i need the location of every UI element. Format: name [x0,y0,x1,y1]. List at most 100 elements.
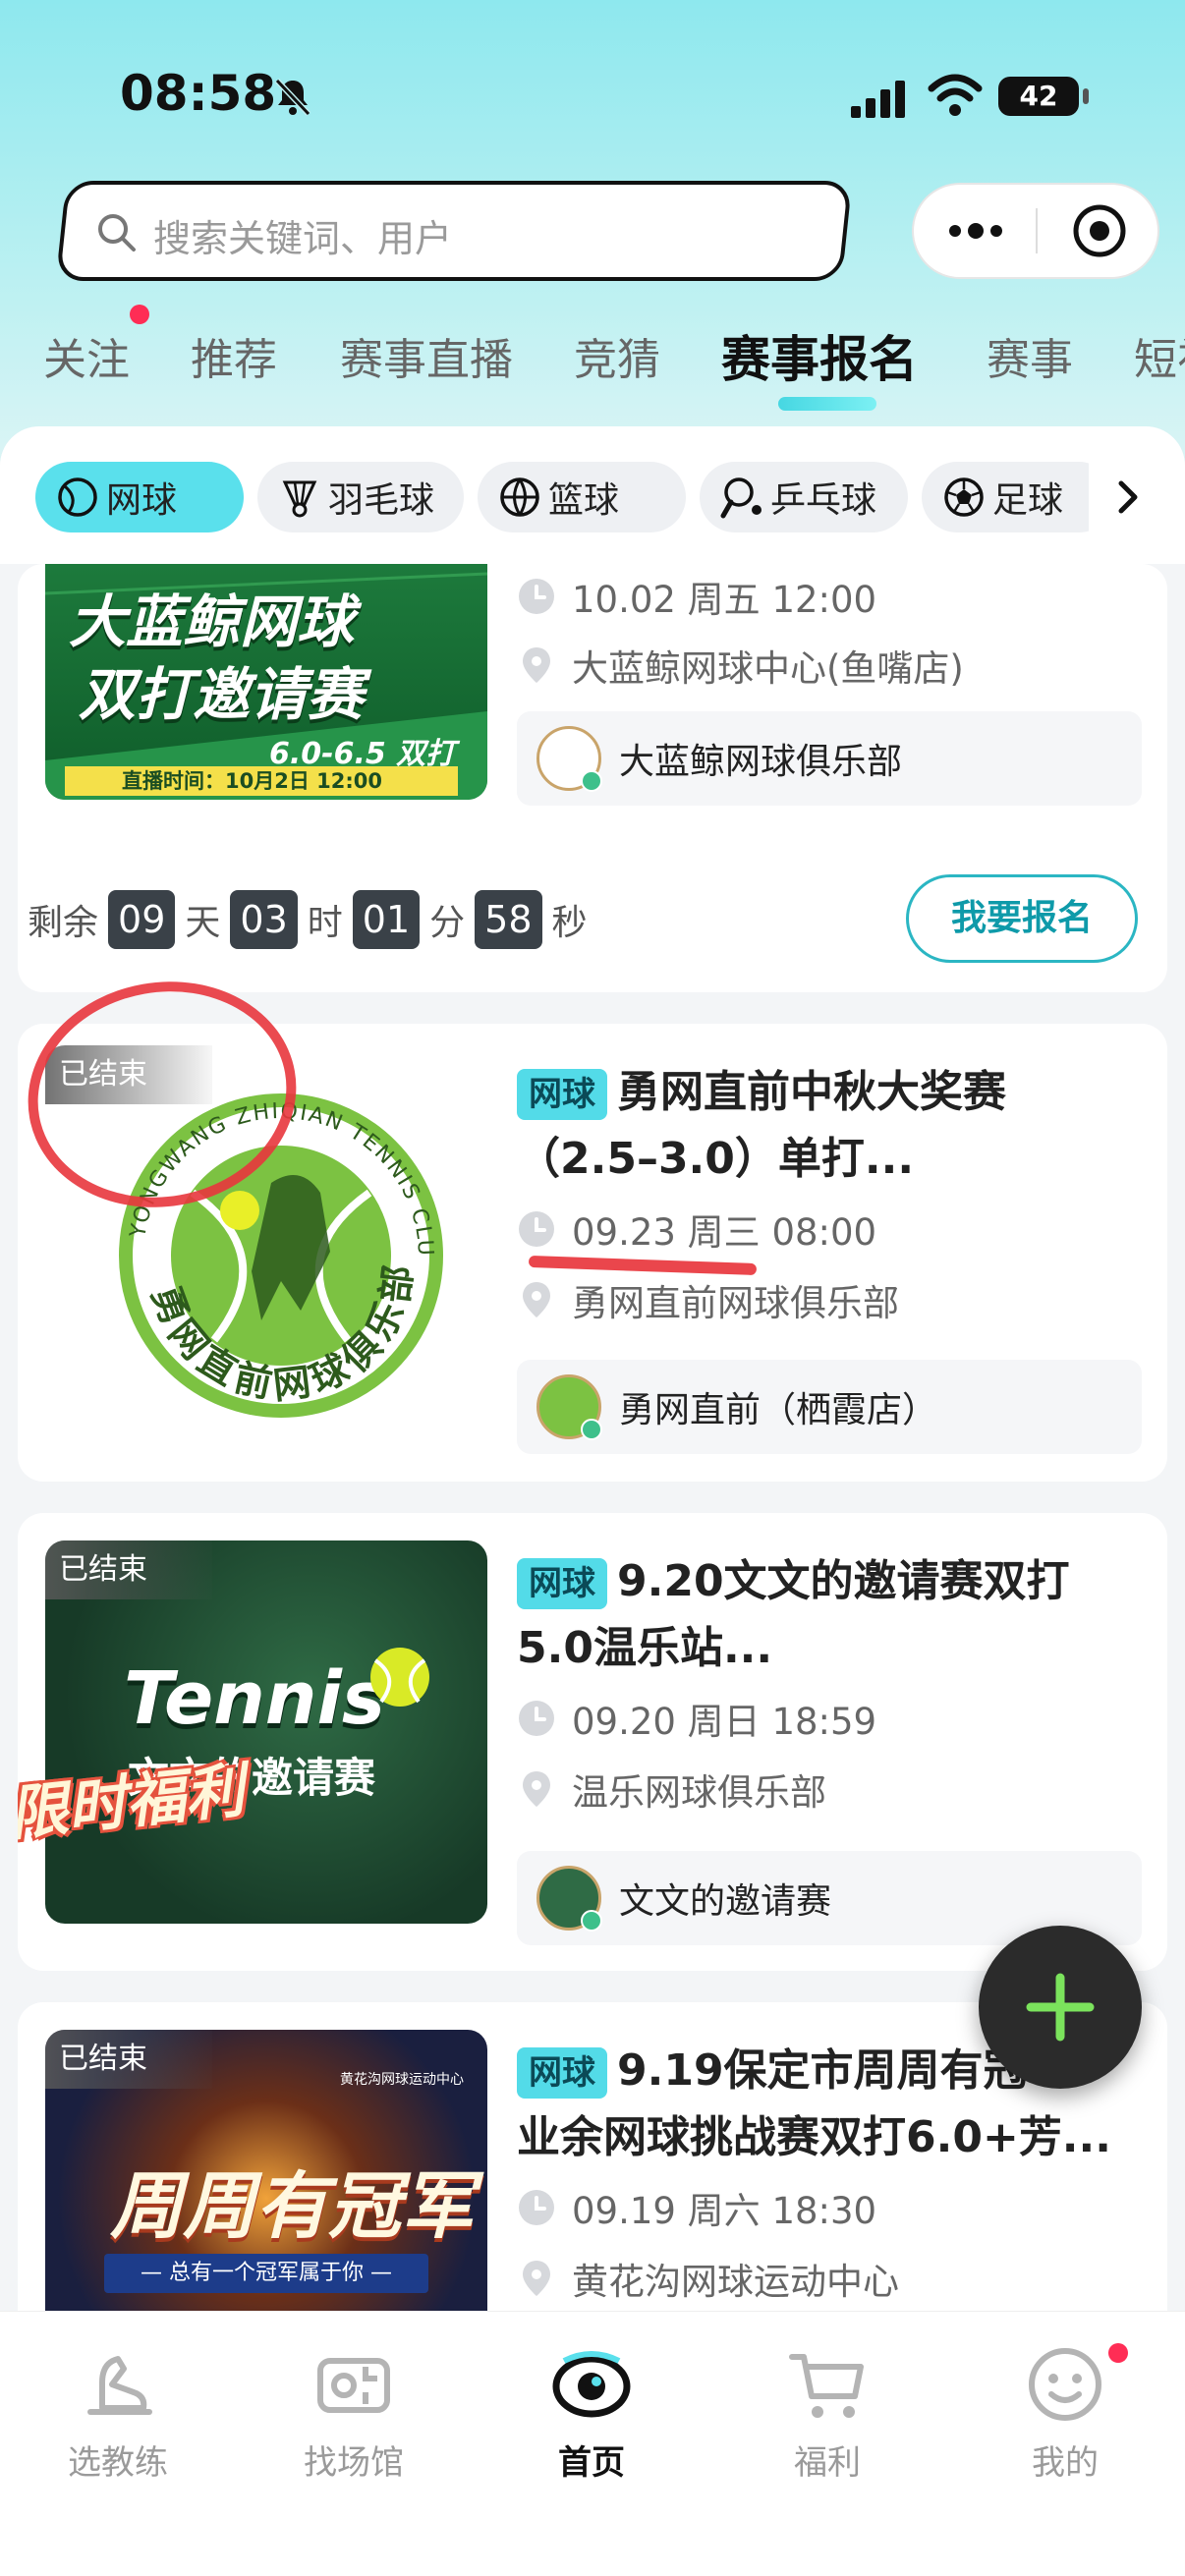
club-name: 大蓝鲸网球俱乐部 [619,742,903,782]
location-pin-icon [523,1771,550,1807]
tab-follow[interactable]: 关注 [43,324,130,387]
chip-football[interactable]: 足球 [922,462,1114,532]
nav-venue[interactable]: 找场馆 [265,2339,442,2484]
sport-badge: 网球 [517,1558,607,1609]
chip-label: 乒乓球 [770,480,877,521]
location-pin-icon [523,2261,550,2296]
tab-live[interactable]: 赛事直播 [340,324,513,387]
wifi-icon [928,74,983,116]
event-datetime: 09.19 周六 18:30 [517,2181,876,2234]
club-logo [536,1374,602,1440]
poster-live-time: 直播时间：10月2日 12:00 [65,766,458,796]
football-icon [944,477,984,517]
capsule-divider [1036,208,1038,253]
clock-icon [519,1701,554,1736]
signup-button[interactable]: 我要报名 [906,874,1138,963]
ended-tag: 已结束 [45,2030,212,2089]
event-datetime: 09.23 周三 08:00 [517,1203,876,1256]
countdown-seconds: 58 [475,890,542,949]
tab-guess[interactable]: 竞猜 [574,324,660,387]
event-poster: 大蓝鲸网球 双打邀请赛 6.0-6.5 双打 直播时间：10月2日 12:00 [45,564,487,800]
club-logo [536,1866,602,1932]
club-name: 文文的邀请赛 [619,1881,832,1922]
battery-tip [1083,88,1089,104]
cellular-signal-icon [851,81,905,118]
clock-icon [519,579,554,614]
chips-scroll-right-button[interactable] [1089,462,1167,532]
bell-muted-icon [274,78,311,117]
verified-check-icon [581,1419,602,1440]
countdown-hours: 03 [230,890,298,949]
smiley-profile-icon [1029,2348,1101,2421]
signup-countdown: 剩余 09 天 03 时 01 分 58 秒 [28,890,588,949]
event-datetime: 10.02 周五 12:00 [517,570,876,623]
chevron-right-icon [1118,480,1138,514]
verified-check-icon [581,1910,602,1932]
tab-recommend[interactable]: 推荐 [191,324,277,387]
battery-level: 42 [998,77,1079,116]
sport-badge: 网球 [517,1069,607,1120]
club-logo [536,726,602,792]
coach-icon [87,2356,152,2415]
club-name: 勇网直前（栖霞店） [619,1390,938,1430]
poster-subtitle: — 总有一个冠军属于你 — [104,2254,428,2293]
chip-label: 足球 [992,480,1064,521]
chip-basketball[interactable]: 篮球 [478,462,686,532]
club-row[interactable]: 勇网直前（栖霞店） [517,1360,1142,1454]
notification-dot [130,305,149,324]
add-button[interactable] [979,1926,1142,2089]
home-eye-icon [552,2351,631,2418]
poster-org: 黄花沟网球运动中心 [340,2072,464,2088]
court-icon [317,2358,390,2413]
shuttlecock-icon [282,480,317,518]
poster-line1: 大蓝鲸网球 [69,588,355,655]
location-pin-icon [523,1282,550,1317]
cart-icon [789,2354,864,2418]
verified-check-icon [581,770,602,792]
tab-events[interactable]: 赛事 [987,324,1073,387]
chip-label: 篮球 [548,480,620,521]
event-venue: 勇网直前网球俱乐部 [517,1273,899,1326]
tab-event-signup[interactable]: 赛事报名 [721,320,918,391]
tennis-ball-icon [58,477,97,517]
nav-coach[interactable]: 选教练 [29,2339,206,2484]
nav-home[interactable]: 首页 [503,2339,680,2484]
status-bar: 08:58 42 [0,0,1185,177]
more-icon[interactable] [941,214,1010,248]
search-placeholder: 搜索关键词、用户 [153,217,453,260]
chip-badminton[interactable]: 羽毛球 [257,462,464,532]
basketball-icon [500,477,539,517]
event-venue: 黄花沟网球运动中心 [517,2252,899,2305]
bottom-navigation: 选教练 找场馆 首页 福利 我的 [0,2311,1185,2576]
chip-tennis[interactable]: 网球 [35,462,244,532]
chip-pingpong[interactable]: 乒乓球 [700,462,908,532]
plus-icon [1026,1973,1095,2042]
event-venue: 温乐网球俱乐部 [517,1763,826,1816]
nav-benefits[interactable]: 福利 [739,2339,916,2484]
sport-badge: 网球 [517,2047,607,2099]
status-time: 08:58 [120,65,277,122]
event-card[interactable]: Tennis 文文的邀请赛 已结束 限时福利 网球 9.20文文的邀请赛双打 5.… [18,1513,1167,1971]
poster-line2: 双打邀请赛 [79,661,365,728]
countdown-minutes: 01 [352,890,421,949]
event-venue: 大蓝鲸网球中心(鱼嘴店) [517,639,964,692]
nav-profile[interactable]: 我的 [977,2339,1154,2484]
event-datetime: 09.20 周日 18:59 [517,1692,876,1745]
clock-icon [519,1211,554,1247]
location-pin-icon [523,647,550,683]
tennis-ball-icon [370,1648,429,1707]
profile-notification-dot [1108,2343,1128,2363]
club-row[interactable]: 大蓝鲸网球俱乐部 [517,711,1142,806]
tab-short-video[interactable]: 短视 [1134,324,1185,387]
ping-pong-icon [720,477,762,519]
active-tab-underline [778,397,876,411]
event-title: 网球 勇网直前中秋大奖赛 （2.5–3.0）单打... [517,1067,1006,1184]
close-miniprogram-icon[interactable] [1071,202,1128,259]
countdown-days: 09 [108,890,176,949]
poster-title: 周周有冠军 [110,2164,474,2249]
poster-title: Tennis [124,1656,385,1741]
clock-icon [519,2190,554,2225]
chip-label: 羽毛球 [328,480,435,521]
event-title: 网球 9.20文文的邀请赛双打 5.0温乐站... [517,1556,1070,1673]
ended-tag: 已结束 [45,1540,212,1599]
